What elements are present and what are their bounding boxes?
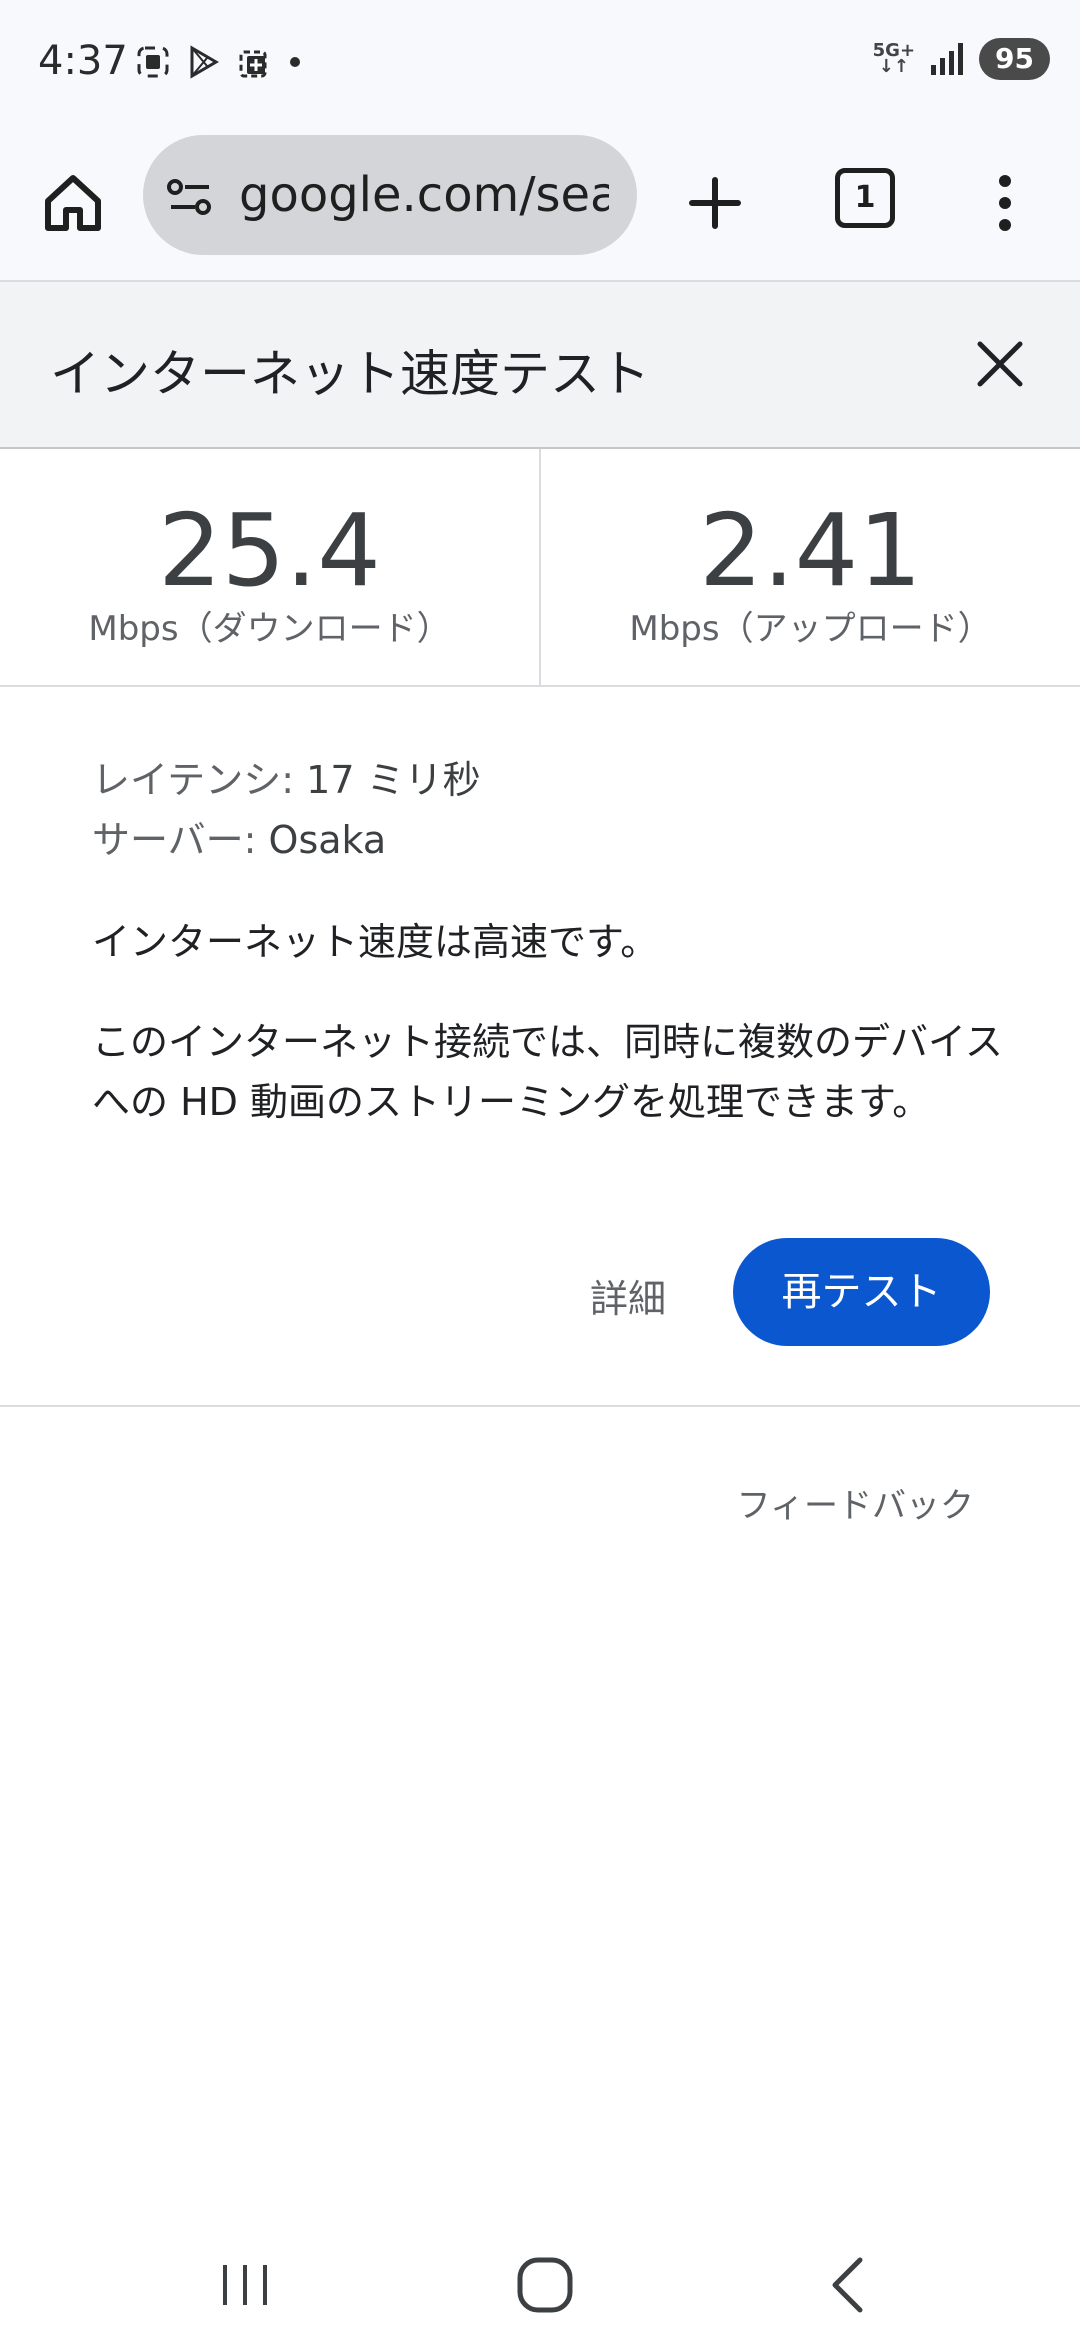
upload-result: 2.41 Mbps（アップロード）	[541, 449, 1080, 685]
server-line: サーバー: Osaka	[92, 810, 1012, 870]
upload-speed-label: Mbps（アップロード）	[629, 609, 992, 649]
latency-label: レイテンシ:	[92, 758, 295, 802]
speed-test-header: インターネット速度テスト	[0, 282, 1080, 449]
browser-toolbar: google.com/search 1	[0, 130, 1080, 282]
url-text[interactable]: google.com/search	[239, 167, 609, 223]
download-speed-label: Mbps（ダウンロード）	[88, 609, 451, 649]
system-nav-bar	[0, 2220, 1080, 2340]
download-result: 25.4 Mbps（ダウンロード）	[0, 449, 541, 685]
speed-description: このインターネット接続では、同時に複数のデバイスへの HD 動画のストリーミング…	[92, 1020, 1003, 1124]
recent-apps-icon[interactable]	[210, 2250, 280, 2320]
speed-summary: インターネット速度は高速です。	[92, 920, 659, 964]
tab-count: 1	[835, 168, 895, 228]
more-menu-icon[interactable]	[990, 168, 1020, 238]
data-arrows-icon: ↓↑	[878, 56, 909, 77]
speed-test-title: インターネット速度テスト	[50, 345, 650, 403]
battery-indicator: 95	[979, 38, 1050, 80]
home-nav-icon[interactable]	[510, 2250, 580, 2320]
divider	[0, 1405, 1080, 1407]
feedback-link[interactable]: フィードバック	[737, 1478, 974, 1527]
status-time: 4:37	[38, 38, 128, 84]
retest-button[interactable]: 再テスト	[733, 1238, 990, 1346]
details-button[interactable]: 詳細	[580, 1260, 676, 1331]
screenshot-icon	[137, 46, 169, 78]
server-value: Osaka	[268, 818, 387, 862]
new-tab-icon[interactable]	[680, 168, 750, 238]
site-settings-icon[interactable]	[165, 177, 215, 217]
dot-icon	[290, 57, 300, 67]
signal-icon	[931, 43, 964, 75]
network-type: 5G+ ↓↑	[873, 42, 915, 77]
address-bar[interactable]: google.com/search	[143, 135, 637, 255]
speed-details: レイテンシ: 17 ミリ秒 サーバー: Osaka インターネット速度は高速です…	[92, 750, 1012, 1132]
download-speed-value: 25.4	[158, 492, 381, 609]
server-label: サーバー:	[92, 818, 257, 862]
notification-icons	[135, 44, 305, 80]
back-icon[interactable]	[815, 2250, 885, 2320]
speed-results: 25.4 Mbps（ダウンロード） 2.41 Mbps（アップロード）	[0, 449, 1080, 687]
app-update-icon	[239, 50, 267, 78]
close-icon[interactable]	[970, 334, 1030, 394]
tab-switcher-button[interactable]: 1	[835, 168, 895, 228]
latency-value: 17 ミリ秒	[306, 758, 481, 802]
latency-line: レイテンシ: 17 ミリ秒	[92, 750, 1012, 810]
home-icon[interactable]	[38, 168, 108, 238]
upload-speed-value: 2.41	[699, 492, 922, 609]
play-store-icon	[190, 45, 219, 79]
card-actions: 詳細 再テスト	[0, 1238, 1080, 1348]
status-bar: 4:37 5G+ ↓↑ 95	[0, 0, 1080, 130]
status-right: 5G+ ↓↑ 95	[873, 38, 1050, 80]
